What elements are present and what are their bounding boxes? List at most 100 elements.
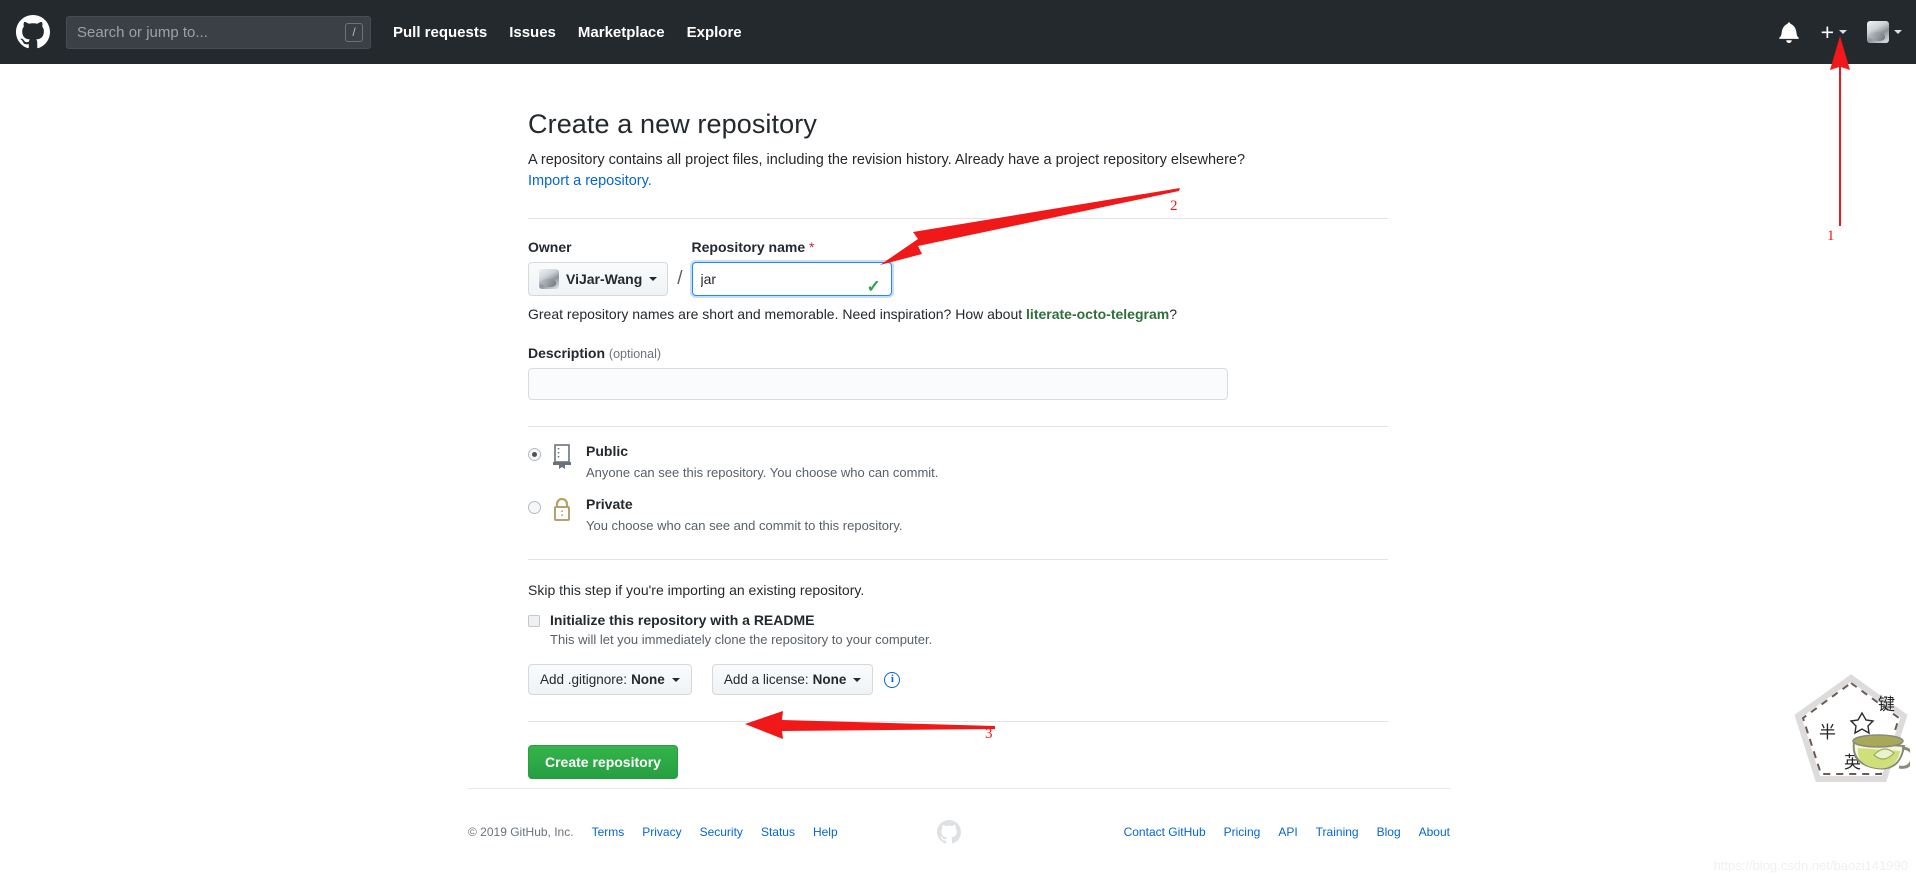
divider [528, 426, 1388, 427]
search-shortcut-badge: / [345, 23, 363, 42]
github-mark-icon [937, 820, 961, 844]
footer-link-contact-github[interactable]: Contact GitHub [1124, 825, 1206, 839]
footer-link-about[interactable]: About [1419, 825, 1450, 839]
owner-field: Owner ViJar-Wang [528, 239, 668, 296]
description-label: Description (optional) [528, 345, 1388, 361]
avatar [1867, 21, 1889, 43]
lock-icon [551, 496, 577, 523]
radio-public[interactable] [528, 448, 541, 461]
repo-book-icon [551, 443, 577, 470]
visibility-option-public[interactable]: Public Anyone can see this repository. Y… [528, 443, 1388, 480]
visibility-private-text: Private You choose who can see and commi… [586, 496, 903, 533]
svg-text:半: 半 [1819, 723, 1836, 743]
nav-marketplace[interactable]: Marketplace [578, 24, 665, 41]
account-menu[interactable] [1867, 21, 1902, 43]
visibility-options: Public Anyone can see this repository. Y… [528, 443, 1388, 533]
svg-text:键: 键 [1878, 695, 1895, 715]
footer-link-api[interactable]: API [1278, 825, 1297, 839]
license-select-button[interactable]: Add a license: None [712, 664, 874, 695]
footer-link-status[interactable]: Status [761, 825, 795, 839]
visibility-public-description: Anyone can see this repository. You choo… [586, 465, 938, 480]
readme-description: This will let you immediately clone the … [550, 632, 1388, 647]
name-help-prefix: Great repository names are short and mem… [528, 306, 1026, 322]
gitignore-select-button[interactable]: Add .gitignore: None [528, 664, 692, 695]
footer-right-links: Contact GitHub Pricing API Training Blog… [1124, 825, 1450, 839]
footer-link-help[interactable]: Help [813, 825, 838, 839]
skip-step-text: Skip this step if you're importing an ex… [528, 582, 1388, 598]
url-watermark: https://blog.csdn.net/baozi141990 [1714, 858, 1908, 873]
divider [528, 721, 1388, 722]
create-new-plus-button[interactable]: + [1821, 23, 1847, 41]
description-label-text: Description [528, 345, 605, 361]
owner-select-button[interactable]: ViJar-Wang [528, 262, 668, 296]
name-suggestion-link[interactable]: literate-octo-telegram [1026, 306, 1169, 322]
gitignore-prefix: Add .gitignore: [540, 672, 627, 687]
search-box[interactable]: / [66, 16, 371, 49]
visibility-public-text: Public Anyone can see this repository. Y… [586, 443, 938, 480]
footer-left-links: © 2019 GitHub, Inc. Terms Privacy Securi… [468, 825, 856, 839]
visibility-option-private[interactable]: Private You choose who can see and commi… [528, 496, 1388, 533]
repository-name-label: Repository name * [692, 239, 892, 255]
page-subtitle-text: A repository contains all project files,… [528, 152, 1245, 168]
github-mark-icon[interactable] [16, 15, 50, 49]
owner-avatar [539, 269, 559, 289]
page-subtitle: A repository contains all project files,… [528, 150, 1388, 192]
create-repository-button[interactable]: Create repository [528, 745, 678, 779]
description-field: Description (optional) [528, 345, 1388, 400]
repository-name-input[interactable] [692, 262, 892, 296]
owner-name: ViJar-Wang [566, 271, 642, 287]
new-repo-form-container: Create a new repository A repository con… [528, 109, 1388, 779]
page-footer: © 2019 GitHub, Inc. Terms Privacy Securi… [468, 820, 1450, 844]
repository-name-input-wrap: ✓ [692, 271, 892, 288]
bell-icon[interactable] [1779, 21, 1799, 43]
import-repository-link[interactable]: Import a repository. [528, 173, 652, 189]
footer-link-privacy[interactable]: Privacy [642, 825, 681, 839]
plus-icon: + [1821, 23, 1834, 41]
nav-explore[interactable]: Explore [687, 24, 742, 41]
license-value: None [813, 672, 847, 687]
required-asterisk: * [809, 239, 814, 255]
annotation-number-2: 2 [1170, 198, 1178, 215]
chevron-down-icon [649, 277, 657, 281]
chevron-down-icon [1839, 30, 1847, 34]
footer-link-blog[interactable]: Blog [1377, 825, 1401, 839]
nav-issues[interactable]: Issues [509, 24, 556, 41]
license-prefix: Add a license: [724, 672, 809, 687]
watermark-sticker: 键 半 英 [1792, 672, 1910, 790]
visibility-private-description: You choose who can see and commit to thi… [586, 518, 903, 533]
chevron-down-icon [1894, 30, 1902, 34]
global-header: / Pull requests Issues Marketplace Explo… [0, 0, 1916, 64]
main-content: Create a new repository A repository con… [0, 64, 1916, 779]
repository-name-label-text: Repository name [692, 239, 806, 255]
green-check-icon: ✓ [867, 279, 883, 295]
footer-link-training[interactable]: Training [1316, 825, 1359, 839]
footer-link-terms[interactable]: Terms [592, 825, 625, 839]
description-optional-text: (optional) [609, 347, 661, 361]
repository-name-field: Repository name * ✓ [692, 239, 892, 296]
chevron-down-icon [853, 678, 861, 682]
copyright: © 2019 GitHub, Inc. [468, 825, 574, 839]
visibility-public-title: Public [586, 443, 628, 459]
page-title: Create a new repository [528, 109, 1388, 140]
gitignore-value: None [631, 672, 665, 687]
divider [528, 218, 1388, 219]
readme-checkbox[interactable] [528, 615, 540, 627]
header-actions: + [1779, 0, 1902, 64]
search-input[interactable] [66, 16, 371, 49]
radio-private[interactable] [528, 501, 541, 514]
visibility-private-title: Private [586, 496, 633, 512]
nav-pull-requests[interactable]: Pull requests [393, 24, 487, 41]
chevron-down-icon [672, 678, 680, 682]
template-selects-row: Add .gitignore: None Add a license: None… [528, 664, 1388, 695]
description-input[interactable] [528, 368, 1228, 400]
footer-link-pricing[interactable]: Pricing [1224, 825, 1261, 839]
repository-name-help: Great repository names are short and mem… [528, 306, 1388, 322]
readme-checkbox-row[interactable]: Initialize this repository with a README [528, 612, 1388, 628]
footer-link-security[interactable]: Security [700, 825, 743, 839]
owner-label: Owner [528, 239, 668, 255]
info-circle-icon[interactable]: i [884, 672, 900, 688]
annotation-number-1: 1 [1827, 228, 1835, 245]
annotation-number-3: 3 [985, 726, 993, 743]
owner-and-name-row: Owner ViJar-Wang / Repository name * ✓ [528, 239, 1388, 296]
footer-divider [468, 788, 1450, 789]
